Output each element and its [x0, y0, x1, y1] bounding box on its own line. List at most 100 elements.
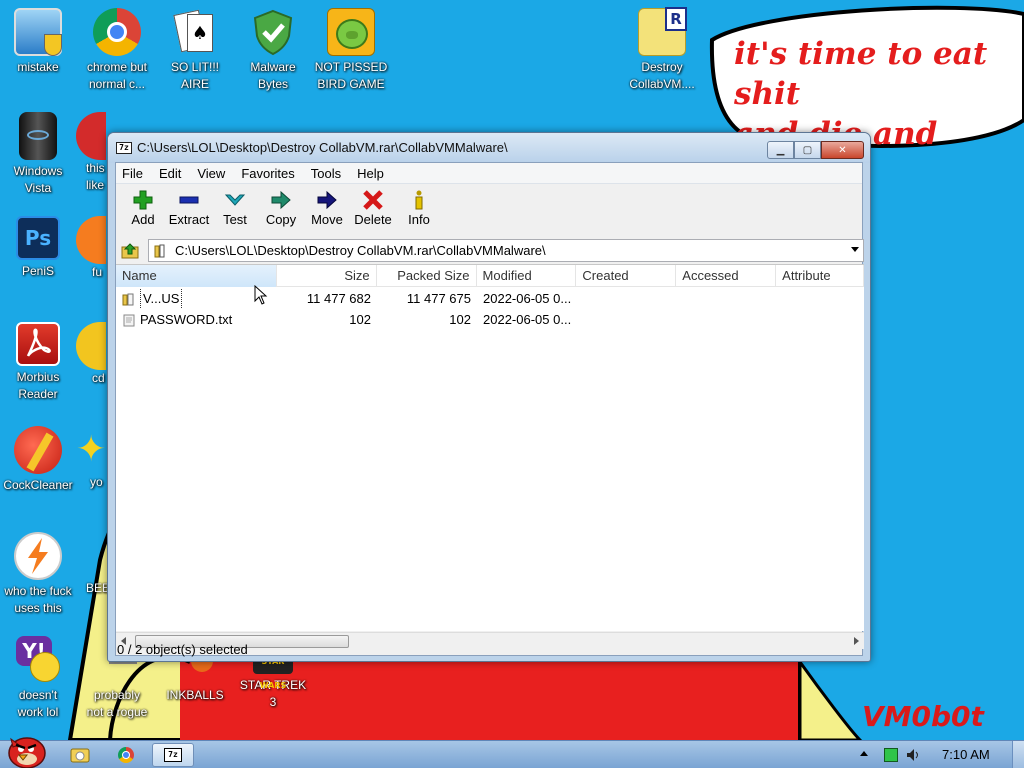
status-text: 0 / 2 object(s) selected	[117, 641, 248, 657]
copy-label: Copy	[265, 212, 297, 227]
opera-icon	[76, 112, 106, 160]
file-modified: 2022-06-05 0...	[483, 312, 572, 327]
show-desktop-button[interactable]	[1012, 741, 1024, 768]
taskbar: 7z 7:10 AM	[0, 737, 1024, 768]
file-size: 11 477 682	[306, 291, 371, 306]
desktop-icon-photoshop[interactable]: Ps PeniS	[0, 216, 78, 280]
file-packed-size: 11 477 675	[406, 291, 471, 306]
7zip-taskbar-button[interactable]: 7z	[152, 743, 194, 767]
desktop-icon-opera[interactable]: this like	[76, 112, 106, 194]
desktop-icon-cd[interactable]: cd	[76, 322, 106, 387]
desktop-icon-chrome[interactable]: chrome but normal c...	[77, 8, 157, 93]
wallpaper-signature: VM0b0t	[862, 700, 984, 733]
close-button[interactable]: ✕	[821, 141, 864, 159]
angry-bird-start-icon	[8, 737, 46, 768]
start-button[interactable]	[0, 731, 50, 768]
info-icon	[415, 190, 423, 210]
address-bar: C:\Users\LOL\Desktop\Destroy CollabVM.ra…	[116, 238, 864, 263]
desktop-icon-ccleaner[interactable]: CockCleaner	[0, 426, 78, 494]
column-accessed[interactable]: Accessed	[676, 265, 777, 287]
desktop-icon-label: SO LIT!!! AIRE	[170, 60, 219, 91]
black-cylinder-icon	[19, 112, 57, 160]
column-created[interactable]: Created	[576, 265, 677, 287]
menu-edit[interactable]: Edit	[159, 166, 181, 181]
chrome-taskbar-button[interactable]	[108, 743, 144, 767]
table-row[interactable]: V...US 11 477 682 11 477 675 2022-06-05 …	[116, 288, 864, 309]
copy-arrow-icon	[271, 190, 291, 210]
move-label: Move	[311, 212, 343, 227]
move-button[interactable]: Move	[304, 188, 350, 238]
maximize-button[interactable]: ▢	[794, 141, 821, 159]
minus-icon	[179, 196, 199, 204]
desktop-icon-label: BEE	[86, 581, 111, 595]
minimize-icon: ▁	[776, 144, 785, 156]
info-button[interactable]: Info	[396, 188, 442, 238]
path-combobox[interactable]: C:\Users\LOL\Desktop\Destroy CollabVM.ra…	[148, 239, 864, 262]
desktop-icon-windows-vista[interactable]: Windows Vista	[0, 112, 78, 197]
delete-button[interactable]: Delete	[350, 188, 396, 238]
up-folder-button[interactable]	[118, 240, 142, 262]
orange-orb-icon	[76, 216, 106, 264]
desktop-icon-label: INKBALLS	[166, 688, 224, 702]
desktop-icon-label: CockCleaner	[3, 478, 73, 492]
test-label: Test	[223, 212, 247, 227]
7zip-file-manager-window[interactable]: 7z C:\Users\LOL\Desktop\Destroy CollabVM…	[107, 132, 871, 662]
desktop-icon-bird-game[interactable]: NOT PISSED BIRD GAME	[311, 8, 391, 93]
test-button[interactable]: Test	[212, 188, 258, 238]
show-hidden-icons-icon[interactable]	[860, 751, 868, 756]
menu-view[interactable]: View	[197, 166, 225, 181]
lightning-icon	[14, 532, 62, 580]
table-row[interactable]: PASSWORD.txt 102 102 2022-06-05 0...	[116, 309, 864, 330]
desktop-icon-destroy-collabvm[interactable]: R Destroy CollabVM....	[622, 7, 702, 93]
chevron-down-icon[interactable]	[851, 247, 859, 252]
volume-icon[interactable]	[906, 748, 920, 762]
plus-icon	[133, 190, 153, 210]
column-name[interactable]: Name	[116, 265, 277, 287]
file-name: V...US	[140, 288, 183, 309]
explorer-taskbar-button[interactable]	[62, 743, 98, 767]
add-button[interactable]: Add	[120, 188, 166, 238]
desktop-icon-yo[interactable]: ✦ yo	[76, 426, 106, 491]
file-packed-size: 102	[449, 312, 471, 327]
chrome-icon	[118, 747, 134, 763]
desktop-icon-morbius-reader[interactable]: Morbius Reader	[0, 322, 78, 403]
move-arrow-icon	[317, 190, 337, 210]
menu-file[interactable]: File	[122, 166, 143, 181]
menu-favorites[interactable]: Favorites	[241, 166, 294, 181]
desktop-icon-orange[interactable]: fu	[76, 216, 106, 281]
menu-bar: File Edit View Favorites Tools Help	[116, 163, 862, 184]
desktop-icon-label: NOT PISSED BIRD GAME	[314, 60, 388, 91]
column-attributes[interactable]: Attribute	[776, 265, 864, 287]
desktop-icon-bee[interactable]: BEE	[76, 532, 111, 597]
add-label: Add	[131, 212, 155, 227]
desktop-icon-mistake[interactable]: mistake	[0, 8, 78, 76]
desktop-icon-label: doesn't work lol	[17, 688, 59, 719]
column-size[interactable]: Size	[277, 265, 377, 287]
column-modified[interactable]: Modified	[477, 265, 577, 287]
desktop-icon-label: this like	[86, 161, 105, 192]
window-titlebar[interactable]: 7z C:\Users\LOL\Desktop\Destroy CollabVM…	[108, 133, 870, 163]
minimize-button[interactable]: ▁	[767, 141, 794, 159]
copy-button[interactable]: Copy	[258, 188, 304, 238]
column-packed-size[interactable]: Packed Size	[377, 265, 477, 287]
delete-label: Delete	[354, 212, 392, 227]
green-shield-icon	[249, 8, 297, 56]
desktop-icon-lightning[interactable]: who the fuck uses this	[0, 532, 78, 617]
menu-tools[interactable]: Tools	[311, 166, 341, 181]
file-list[interactable]: Name Size Packed Size Modified Created A…	[116, 264, 864, 631]
desktop-icon-label: probably not a rogue	[86, 688, 148, 719]
desktop-icon-yahoo-messenger[interactable]: Y! doesn't work lol	[0, 636, 78, 721]
mouse-cursor-icon	[254, 285, 268, 305]
desktop-icon-malwarebytes[interactable]: Malware Bytes	[233, 8, 313, 93]
monitor-shield-icon	[14, 8, 62, 56]
yellow-disc-icon	[76, 322, 106, 370]
clock[interactable]: 7:10 AM	[942, 747, 990, 762]
desktop-icon-solitaire[interactable]: ♠ SO LIT!!! AIRE	[155, 8, 235, 93]
desktop-icon-label: PeniS	[21, 264, 55, 278]
desktop-icon-label: fu	[92, 265, 103, 279]
menu-help[interactable]: Help	[357, 166, 384, 181]
extract-button[interactable]: Extract	[166, 188, 212, 238]
yahoo-messenger-icon: Y!	[14, 636, 62, 684]
network-icon[interactable]	[884, 748, 898, 762]
delete-x-icon	[363, 190, 383, 210]
